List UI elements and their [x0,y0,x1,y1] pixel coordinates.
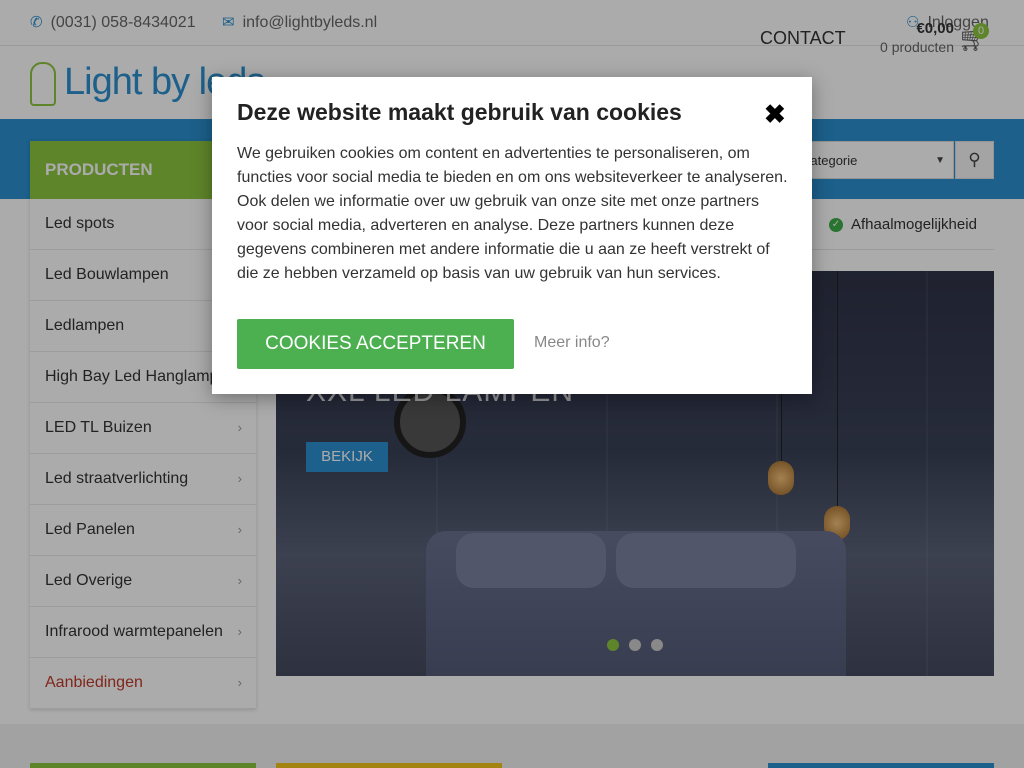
more-info-link[interactable]: Meer info? [534,334,610,352]
close-icon[interactable]: ✖ [764,101,786,127]
cookie-dialog-text: We gebruiken cookies om content en adver… [237,145,788,282]
cookie-dialog-title: Deze website maakt gebruik van cookies [237,99,682,125]
accept-cookies-button[interactable]: COOKIES ACCEPTEREN [237,319,514,369]
cookie-dialog: Deze website maakt gebruik van cookies ✖… [212,77,812,394]
